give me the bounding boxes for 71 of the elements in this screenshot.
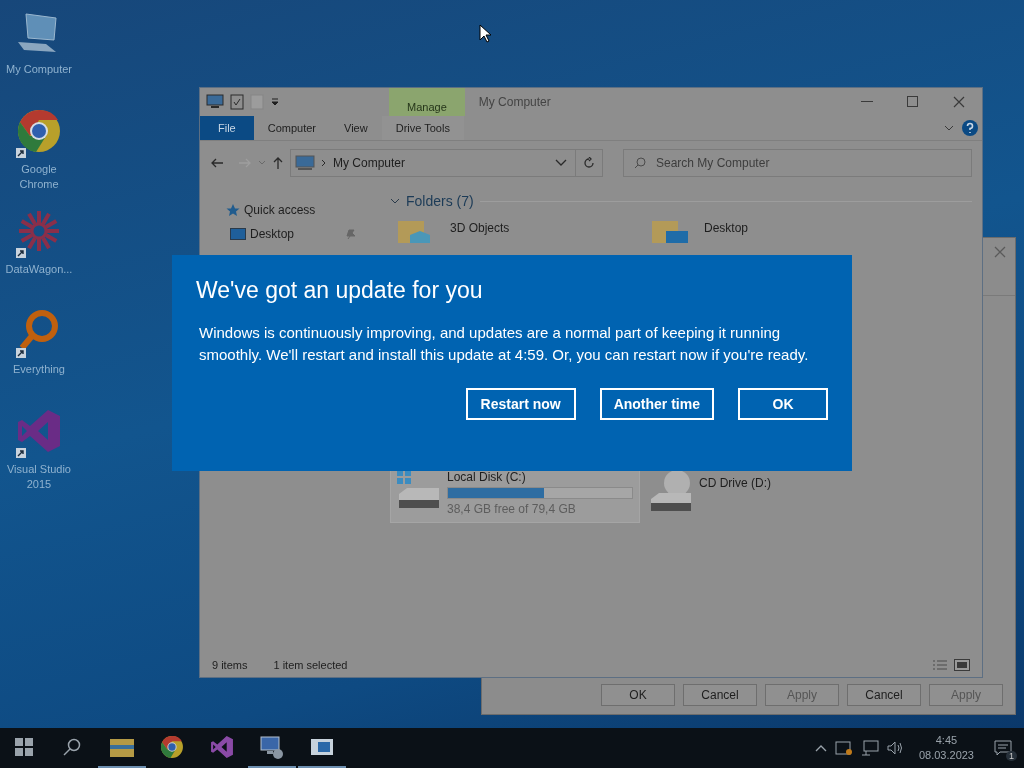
ribbon-tab[interactable]: View xyxy=(330,116,382,140)
section-header[interactable]: Folders (7) xyxy=(406,193,474,209)
chrome-icon[interactable] xyxy=(16,108,62,154)
hard-drive-icon xyxy=(397,470,439,508)
mouse-pointer-icon xyxy=(479,24,493,44)
chevron-right-icon xyxy=(321,159,327,167)
dialog-button[interactable]: Restart now xyxy=(465,388,576,420)
cd-drive-icon xyxy=(651,470,691,511)
window-icon xyxy=(310,737,334,757)
dialog-title: We've got an update for you xyxy=(196,277,484,304)
search-field[interactable]: Search My Computer xyxy=(623,149,972,177)
chevron-down-icon[interactable] xyxy=(555,159,567,167)
help-icon[interactable] xyxy=(962,120,978,136)
desktop-icon-label[interactable]: Visual Studio 2015 xyxy=(1,462,77,492)
desktop-icon-label[interactable]: DataWagon... xyxy=(1,262,77,277)
windows-logo-icon[interactable] xyxy=(15,738,33,756)
computer-icon[interactable] xyxy=(206,94,224,110)
refresh-button[interactable] xyxy=(575,149,603,177)
back-arrow-icon[interactable] xyxy=(210,157,224,169)
folder-name[interactable]: Desktop xyxy=(704,221,749,235)
notification-button[interactable]: 1 xyxy=(988,733,1018,763)
up-arrow-icon[interactable] xyxy=(272,156,284,170)
speaker-icon[interactable] xyxy=(886,740,905,756)
checklist-icon[interactable] xyxy=(230,94,244,110)
refresh-icon[interactable] xyxy=(583,157,595,169)
nav-item[interactable]: Desktop xyxy=(250,227,342,241)
dialog-button[interactable]: Cancel xyxy=(847,684,921,706)
status-text: 1 item selected xyxy=(273,659,348,671)
ribbon-tab[interactable]: File xyxy=(200,116,254,140)
drive-name: CD Drive (D:) xyxy=(699,476,772,490)
network-icon[interactable] xyxy=(860,740,879,756)
notification-count: 1 xyxy=(1006,751,1017,761)
desktop-icon-label[interactable]: Everything xyxy=(1,362,77,377)
folder-icon xyxy=(110,737,134,757)
dialog-button[interactable]: OK xyxy=(738,388,828,420)
dialog-button[interactable]: Cancel xyxy=(683,684,757,706)
dialog-button[interactable]: OK xyxy=(601,684,675,706)
tray-alert-icon[interactable] xyxy=(834,740,853,756)
clock-date: 08.03.2023 xyxy=(918,748,974,763)
computer-icon xyxy=(295,155,315,171)
clock[interactable]: 4:45 08.03.2023 xyxy=(918,733,974,763)
drive-name: Local Disk (C:) xyxy=(447,470,527,484)
folder-name[interactable]: 3D Objects xyxy=(450,221,510,235)
desktop-icon-label[interactable]: Google Chrome xyxy=(1,162,77,192)
folder-desktop-icon xyxy=(650,221,690,243)
clock-time: 4:45 xyxy=(935,733,958,748)
ribbon-tab[interactable]: Computer xyxy=(253,116,331,140)
gear-flower-icon[interactable] xyxy=(16,208,62,254)
tiles-view-icon[interactable] xyxy=(954,659,970,671)
contextual-tab-header[interactable]: Manage xyxy=(389,88,465,116)
desktop-icon xyxy=(230,228,246,240)
ribbon-tab[interactable]: Drive Tools xyxy=(381,116,464,140)
dropdown-icon[interactable] xyxy=(270,97,280,107)
address-bar[interactable]: My Computer xyxy=(290,149,576,177)
nav-item[interactable]: Quick access xyxy=(244,203,376,217)
chrome-icon xyxy=(160,735,184,759)
dialog-button[interactable]: Another time xyxy=(599,388,714,420)
window-title: My Computer xyxy=(477,94,552,111)
drive-free-space: 38,4 GB free of 79,4 GB xyxy=(447,502,577,516)
desktop-icon-label[interactable]: My Computer xyxy=(1,62,77,77)
search-icon xyxy=(634,157,646,169)
monitor-icon xyxy=(259,735,285,759)
drive-tile[interactable]: CD Drive (D:) xyxy=(644,465,894,523)
infinity-logo-icon xyxy=(210,735,234,759)
star-icon xyxy=(226,203,240,217)
chevron-down-icon[interactable] xyxy=(944,125,954,131)
infinity-logo-icon[interactable] xyxy=(16,408,62,454)
chevron-down-icon[interactable] xyxy=(390,198,400,204)
chevron-up-icon[interactable] xyxy=(814,744,827,752)
status-text: 9 items xyxy=(212,659,248,671)
dialog-message: Windows is continuously improving, and updates are a normal part of keeping it running smoothly. We'll restart and install this update at 4:59. Or, you can restart now if you're ready. xyxy=(199,323,810,365)
